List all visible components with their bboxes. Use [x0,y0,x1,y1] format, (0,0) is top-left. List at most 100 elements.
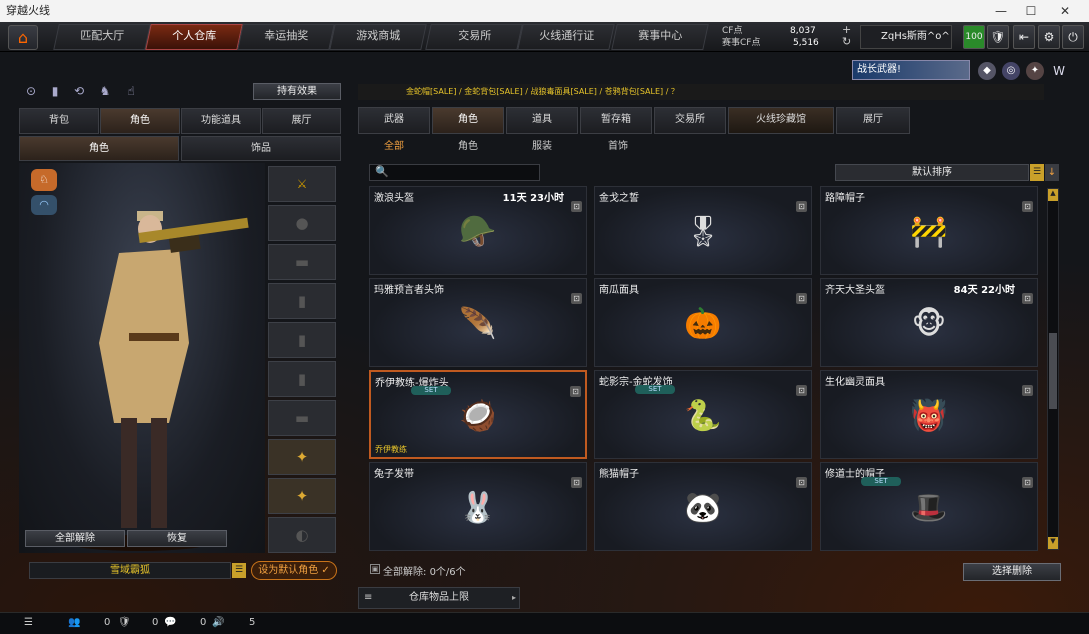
item-card[interactable]: 乔伊教练-爆炸头 ⊡ SET 🥥 乔伊教练 [369,370,587,459]
chat-icon[interactable]: 💬 [164,617,176,628]
item-card[interactable]: 兔子发带 ⊡ 🐰 [369,462,587,551]
badge-icon[interactable]: ◆ [978,62,996,80]
set-default-button[interactable]: 设为默认角色 ✓ [251,561,337,580]
tab-backpack[interactable]: 背包 [19,108,99,134]
list-icon[interactable]: ☰ [232,563,246,578]
gesture-icon[interactable]: ☝ [122,84,140,100]
slot-accessory-2[interactable]: ✦ [268,478,336,514]
wing-icon[interactable]: W [1050,62,1068,80]
lock-icon[interactable]: ⊡ [1022,201,1033,212]
item-card[interactable]: 金戈之誓 ⊡ 🎖 [594,186,812,275]
nav-pass[interactable]: 火线通行证 [517,24,615,50]
menu-icon[interactable]: ☰ [24,617,33,628]
lock-icon[interactable]: ⊡ [796,385,807,396]
rotate-icon[interactable]: ⟲ [70,84,88,100]
power-icon[interactable]: ⏻ [1062,25,1084,49]
effect-button[interactable]: 持有效果 [253,83,341,100]
sort-direction-icon[interactable]: ↓ [1045,164,1059,181]
pose-icon[interactable]: ♞ [96,84,114,100]
item-card[interactable]: 生化幽灵面具 ⊡ 👹 [820,370,1038,459]
rank-icon[interactable]: 🛡 [987,25,1009,49]
character-preview[interactable]: ♘ ◠ 全部解除 恢复 [19,163,265,553]
lock-icon[interactable]: ⊡ [796,477,807,488]
nav-storage[interactable]: 个人仓库 [145,24,243,50]
emblem-icon[interactable]: ✦ [1026,62,1044,80]
scroll-thumb[interactable] [1049,333,1057,409]
slot-waist[interactable]: ▮ [268,361,336,397]
unequip-all-button[interactable]: 全部解除 [25,530,125,547]
filter-role[interactable]: 角色 [438,138,498,156]
item-card[interactable]: 熊猫帽子 ⊡ 🐼 [594,462,812,551]
storage-limit-button[interactable]: ≡ 仓库物品上限 ▸ [358,587,520,609]
lock-icon[interactable]: ⊡ [796,293,807,304]
exit-icon[interactable]: ⇤ [1013,25,1035,49]
restore-button[interactable]: 恢复 [127,530,227,547]
sort-list-icon[interactable]: ☰ [1030,164,1044,181]
maximize-button[interactable]: ☐ [1016,0,1046,22]
scroll-up-icon[interactable]: ▲ [1048,189,1058,201]
nav-match[interactable]: 赛事中心 [611,24,709,50]
lock-icon[interactable]: ⊡ [1022,385,1033,396]
tab-exchange[interactable]: 交易所 [654,107,726,134]
lock-icon[interactable]: ⊡ [796,201,807,212]
toggle-off-icon[interactable]: ⊙ [22,84,40,100]
refresh-icon[interactable]: ↻ [842,36,851,48]
stats-icon[interactable]: ▮ [46,84,64,100]
home-icon[interactable]: ⌂ [8,25,38,50]
gear-icon[interactable]: ⚙ [1038,25,1060,49]
slot-body[interactable]: ▮ [268,283,336,319]
tab-roles[interactable]: 角色 [432,107,504,134]
target-icon[interactable]: ◎ [1002,62,1020,80]
level-badge[interactable]: 100 [963,25,985,49]
speaker-icon[interactable]: 🔊 [212,617,224,628]
item-card[interactable]: 修道士的帽子 ⊡ SET 🎩 [820,462,1038,551]
lock-icon[interactable]: ⊡ [1022,477,1033,488]
select-delete-button[interactable]: 选择删除 [963,563,1061,581]
lock-icon[interactable]: ⊡ [571,293,582,304]
promo-banner[interactable]: 战长武器! [852,60,970,80]
tab-showroom[interactable]: 展厅 [262,108,341,134]
tab-exhibit[interactable]: 展厅 [836,107,910,134]
slot-helmet[interactable]: ◐ [268,517,336,553]
tab-collection[interactable]: 火线珍藏馆 [728,107,834,134]
lock-icon[interactable]: ⊡ [571,477,582,488]
filter-all[interactable]: 全部 [364,138,424,156]
filter-jewelry[interactable]: 首饰 [588,138,648,156]
slot-head[interactable]: ● [268,205,336,241]
sort-dropdown[interactable]: 默认排序 [835,164,1029,181]
tab-storage-box[interactable]: 暂存箱 [580,107,652,134]
friends-icon[interactable]: 👥 [68,617,80,628]
slot-weapon[interactable]: ⚔ [268,166,336,202]
filter-clothing[interactable]: 服装 [512,138,572,156]
lock-icon[interactable]: ⊡ [570,386,581,397]
item-card[interactable]: 激浪头盔 11天 23小时 ⊡ 🪖 [369,186,587,275]
tab-items[interactable]: 道具 [506,107,578,134]
tab-weapons[interactable]: 武器 [358,107,430,134]
nav-exchange[interactable]: 交易所 [425,24,523,50]
scrollbar[interactable]: ▲ ▼ [1047,188,1059,550]
nav-lobby[interactable]: 匹配大厅 [53,24,151,50]
tab-function-items[interactable]: 功能道具 [181,108,261,134]
slot-legs[interactable]: ▬ [268,400,336,436]
minimize-button[interactable]: — [986,0,1016,22]
tab-character[interactable]: 角色 [100,108,180,134]
item-card[interactable]: 齐天大圣头盔 84天 22小时 ⊡ 🐵 [820,278,1038,367]
guild-icon[interactable]: 🛡 [118,617,131,628]
subtab-character[interactable]: 角色 [19,136,179,161]
search-input[interactable]: 🔍 [369,164,540,181]
slot-face[interactable]: ▬ [268,244,336,280]
nav-shop[interactable]: 游戏商城 [329,24,427,50]
item-card[interactable]: 蛇影宗-金蛇发饰 ⊡ SET 🐍 [594,370,812,459]
item-card[interactable]: 南瓜面具 ⊡ 🎃 [594,278,812,367]
character-name-field[interactable]: 雪域霸狐 [29,562,231,579]
close-button[interactable]: ✕ [1050,0,1080,22]
scroll-down-icon[interactable]: ▼ [1048,537,1058,549]
subtab-accessory[interactable]: 饰品 [181,136,341,161]
lock-icon[interactable]: ⊡ [571,201,582,212]
checkbox-icon[interactable]: ▣ [370,564,380,574]
nav-lottery[interactable]: 幸运抽奖 [237,24,335,50]
item-card[interactable]: 玛雅预言者头饰 ⊡ 🪶 [369,278,587,367]
slot-back[interactable]: ▮ [268,322,336,358]
user-profile[interactable]: ZqHs斯雨^o^ [860,25,952,49]
item-card[interactable]: 路障帽子 ⊡ 🚧 [820,186,1038,275]
